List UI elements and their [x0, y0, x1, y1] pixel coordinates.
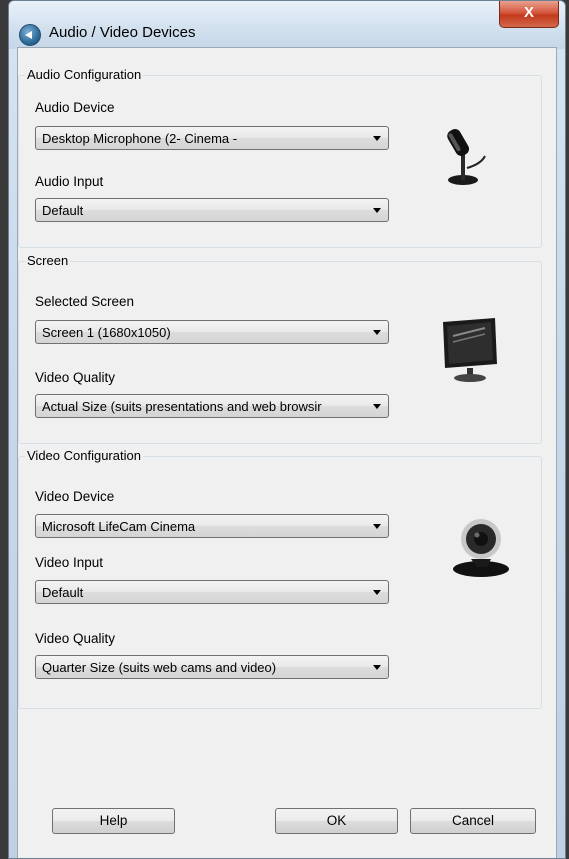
video-quality-label: Video Quality — [35, 631, 116, 646]
audio-input-value: Default — [42, 203, 84, 218]
chevron-down-icon — [373, 404, 381, 409]
screen-legend: Screen — [25, 253, 71, 268]
chevron-down-icon — [373, 524, 381, 529]
video-configuration-group: Video Configuration Video Device Microso… — [18, 448, 542, 709]
selected-screen-label: Selected Screen — [35, 294, 135, 309]
selected-screen-dropdown[interactable]: Screen 1 (1680x1050) — [35, 320, 389, 344]
chevron-down-icon — [373, 665, 381, 670]
screen-group: Screen Selected Screen Screen 1 (1680x10… — [18, 253, 542, 444]
video-device-label: Video Device — [35, 489, 115, 504]
window-title: Audio / Video Devices — [49, 24, 196, 41]
audio-input-dropdown[interactable]: Default — [35, 198, 389, 222]
chevron-down-icon — [373, 330, 381, 335]
screen-video-quality-label: Video Quality — [35, 370, 116, 385]
audio-configuration-legend: Audio Configuration — [25, 67, 144, 82]
video-input-value: Default — [42, 585, 84, 600]
microphone-icon — [447, 129, 486, 185]
chevron-down-icon — [373, 136, 381, 141]
webcam-icon — [453, 519, 509, 577]
audio-device-value: Desktop Microphone (2- Cinema - — [42, 131, 238, 146]
video-quality-dropdown[interactable]: Quarter Size (suits web cams and video) — [35, 655, 389, 679]
chevron-down-icon — [373, 590, 381, 595]
video-configuration-legend: Video Configuration — [25, 448, 143, 463]
ok-button[interactable]: OK — [275, 808, 398, 834]
close-button[interactable]: X — [499, 1, 559, 28]
screen-video-quality-dropdown[interactable]: Actual Size (suits presentations and web… — [35, 394, 389, 418]
video-quality-value: Quarter Size (suits web cams and video) — [42, 660, 277, 675]
help-button[interactable]: Help — [52, 808, 175, 834]
title-bar[interactable]: Audio / Video Devices X — [9, 1, 565, 49]
video-device-dropdown[interactable]: Microsoft LifeCam Cinema — [35, 514, 389, 538]
screen-video-quality-value: Actual Size (suits presentations and web… — [42, 399, 322, 414]
monitor-icon — [443, 318, 497, 382]
audio-device-label: Audio Device — [35, 100, 115, 115]
chevron-down-icon — [373, 208, 381, 213]
video-input-label: Video Input — [35, 555, 104, 570]
cancel-button[interactable]: Cancel — [410, 808, 536, 834]
video-input-dropdown[interactable]: Default — [35, 580, 389, 604]
selected-screen-value: Screen 1 (1680x1050) — [42, 325, 171, 340]
app-logo-icon — [19, 24, 41, 46]
video-device-value: Microsoft LifeCam Cinema — [42, 519, 196, 534]
audio-input-label: Audio Input — [35, 174, 104, 189]
audio-device-dropdown[interactable]: Desktop Microphone (2- Cinema - — [35, 126, 389, 150]
audio-configuration-group: Audio Configuration Audio Device Desktop… — [18, 67, 542, 248]
